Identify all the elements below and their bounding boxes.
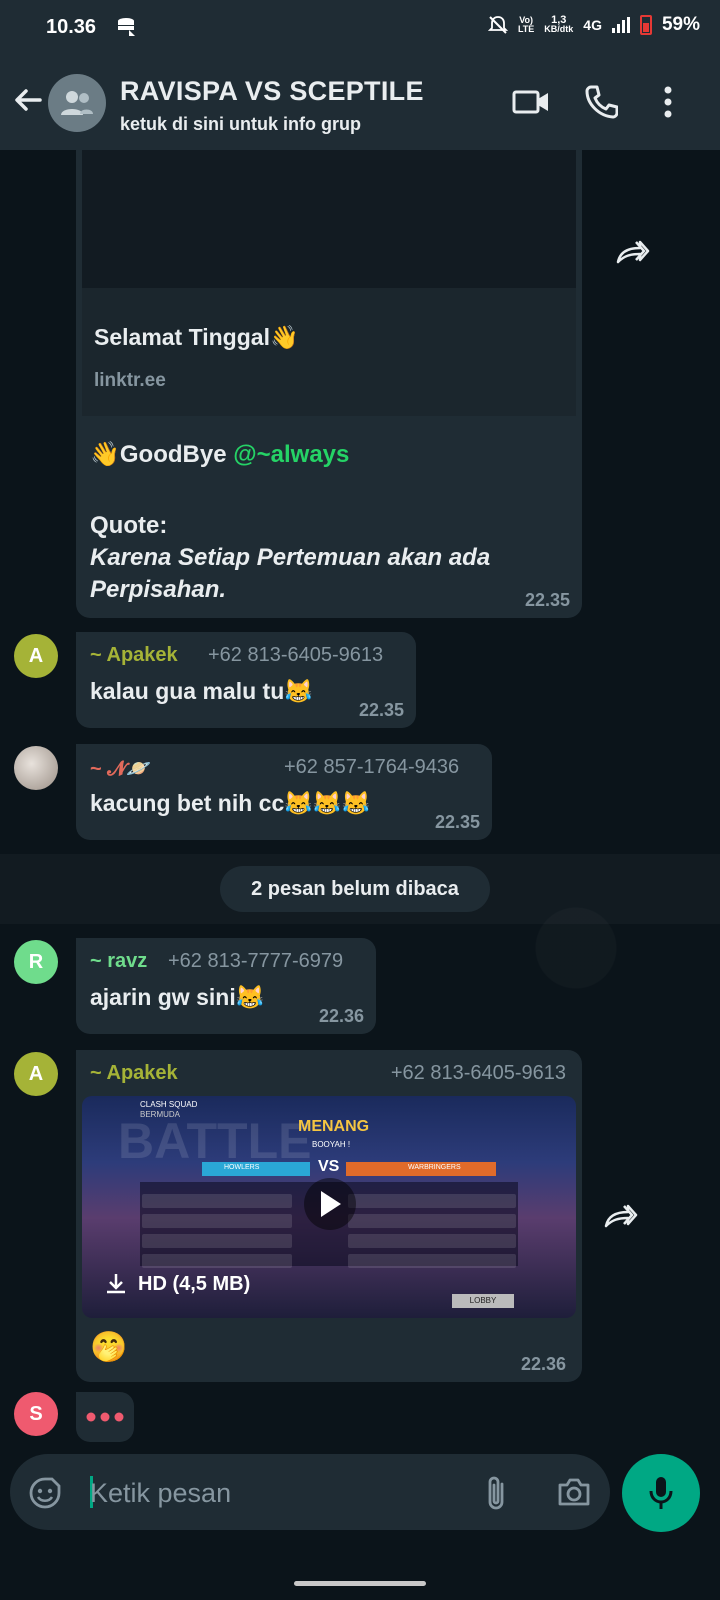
link-preview-title: Selamat Tinggal👋 xyxy=(94,324,299,350)
link-preview-domain: linktr.ee xyxy=(94,370,166,391)
avatar[interactable]: A xyxy=(14,634,58,678)
message-text: kalau gua malu tu😹 xyxy=(90,678,313,704)
volte-indicator: Vo) LTE xyxy=(517,15,535,34)
mic-icon xyxy=(649,1477,673,1509)
vs-label: VS xyxy=(318,1158,340,1175)
game-result: MENANG xyxy=(298,1118,370,1135)
message-input-box[interactable]: Ketik pesan xyxy=(10,1454,610,1530)
team-left-name: HOWLERS xyxy=(224,1164,260,1171)
sender-name[interactable]: ~ Apakek xyxy=(90,644,178,667)
score-row xyxy=(348,1254,516,1268)
net-speed: 1,3 KB/dtk xyxy=(544,14,574,34)
score-row xyxy=(142,1234,292,1248)
signal-icon xyxy=(611,17,630,33)
link-preview-image[interactable] xyxy=(82,150,576,288)
sender-name[interactable]: ~ 𝓝🪐 xyxy=(90,756,151,781)
chat-title[interactable]: RAVISPA VS SCEPTILE xyxy=(120,76,424,107)
video-call-icon[interactable] xyxy=(512,86,550,118)
mute-bell-icon xyxy=(487,16,508,34)
sender-phone: +62 857-1764-9436 xyxy=(284,756,460,778)
score-row xyxy=(142,1254,292,1268)
download-icon xyxy=(107,1274,125,1294)
camera-icon[interactable] xyxy=(556,1476,592,1508)
message-time: 22.36 xyxy=(318,1006,364,1026)
sender-phone: +62 813-6405-9613 xyxy=(208,644,384,666)
message-body: 👋GoodBye @~always xyxy=(90,440,349,469)
forward-icon xyxy=(604,1204,638,1228)
message-bubble[interactable]: ~ Apakek +62 813-6405-9613 kalau gua mal… xyxy=(76,632,416,728)
avatar[interactable]: A xyxy=(14,1052,58,1096)
mention-link[interactable]: @~always xyxy=(233,441,349,468)
message-input[interactable]: Ketik pesan xyxy=(90,1478,231,1509)
video-caption: 🤭 xyxy=(90,1331,128,1364)
status-right: Vo) LTE 1,3 KB/dtk 4G 59% xyxy=(487,14,700,36)
sender-name[interactable]: ~ ravz xyxy=(90,950,147,973)
forward-icon xyxy=(616,240,650,264)
quote-line-1: Karena Setiap Pertemuan akan ada xyxy=(90,544,491,571)
typing-dots-icon xyxy=(86,1412,124,1422)
forward-button[interactable] xyxy=(610,230,654,274)
quote-line-2: Perpisahan. xyxy=(90,576,227,603)
quote-label: Quote: xyxy=(90,512,168,539)
voice-record-button[interactable] xyxy=(622,1454,700,1532)
hd-size-label: HD (4,5 MB) xyxy=(138,1272,251,1295)
typing-indicator xyxy=(76,1392,134,1442)
sender-phone: +62 813-7777-6979 xyxy=(168,950,344,972)
lobby-button: LOBBY xyxy=(452,1294,514,1308)
score-row xyxy=(348,1234,516,1248)
status-bar: 10.36 Vo) LTE 1,3 KB/dtk 4G 59% xyxy=(0,0,720,56)
goodbye-text: 👋GoodBye xyxy=(90,441,234,468)
message-time: 22.36 xyxy=(520,1354,566,1374)
avatar[interactable]: R xyxy=(14,940,58,984)
chat-header[interactable]: RAVISPA VS SCEPTILE ketuk di sini untuk … xyxy=(0,56,720,150)
group-avatar[interactable] xyxy=(48,74,106,132)
back-arrow-icon[interactable] xyxy=(10,82,46,118)
unread-divider: 2 pesan belum dibaca xyxy=(220,866,490,912)
more-vert-icon[interactable] xyxy=(664,86,672,118)
phone-icon[interactable] xyxy=(584,84,618,120)
network-type: 4G xyxy=(583,17,602,33)
hd-download[interactable]: HD (4,5 MB) xyxy=(104,1272,250,1296)
message-time: 22.35 xyxy=(524,590,570,610)
message-text: ajarin gw sini😹 xyxy=(90,984,265,1010)
storage-icon xyxy=(118,18,135,36)
forward-button[interactable] xyxy=(598,1194,642,1238)
score-row xyxy=(348,1214,516,1228)
play-button[interactable] xyxy=(304,1178,356,1230)
avatar[interactable]: S xyxy=(14,1392,58,1436)
message-time: 22.35 xyxy=(434,812,480,832)
score-row xyxy=(142,1194,292,1208)
sender-phone: +62 813-6405-9613 xyxy=(390,1062,566,1084)
sender-name[interactable]: ~ Apakek xyxy=(90,1062,178,1085)
attach-icon[interactable] xyxy=(484,1474,508,1512)
link-message-bubble[interactable]: Selamat Tinggal👋 linktr.ee 👋GoodBye @~al… xyxy=(76,150,582,618)
message-bubble[interactable]: ~ ravz +62 813-7777-6979 ajarin gw sini😹… xyxy=(76,938,376,1034)
message-time: 22.35 xyxy=(358,700,404,720)
nav-gesture-handle[interactable] xyxy=(294,1581,426,1586)
link-preview-card[interactable]: Selamat Tinggal👋 linktr.ee xyxy=(82,288,576,416)
status-time: 10.36 xyxy=(46,16,97,38)
battery-percent: 59% xyxy=(661,14,700,35)
battery-icon xyxy=(639,15,652,35)
chat-subtitle[interactable]: ketuk di sini untuk info grup xyxy=(120,114,361,135)
game-result-sub: BOOYAH ! xyxy=(312,1140,351,1149)
team-right-name: WARBRINGERS xyxy=(408,1164,461,1171)
score-row xyxy=(142,1214,292,1228)
message-bubble[interactable]: ~ 𝓝🪐 +62 857-1764-9436 kacung bet nih cc… xyxy=(76,744,492,840)
group-icon xyxy=(61,91,93,115)
video-thumbnail[interactable]: CLASH SQUAD BERMUDA BATTLE MENANG BOOYAH… xyxy=(82,1096,576,1318)
score-row xyxy=(348,1194,516,1208)
play-icon xyxy=(321,1191,341,1217)
emoji-icon[interactable] xyxy=(28,1476,62,1510)
avatar-photo[interactable] xyxy=(14,746,58,790)
message-text: kacung bet nih cc😹😹😹 xyxy=(90,790,371,816)
game-mode: CLASH SQUAD xyxy=(140,1100,198,1109)
